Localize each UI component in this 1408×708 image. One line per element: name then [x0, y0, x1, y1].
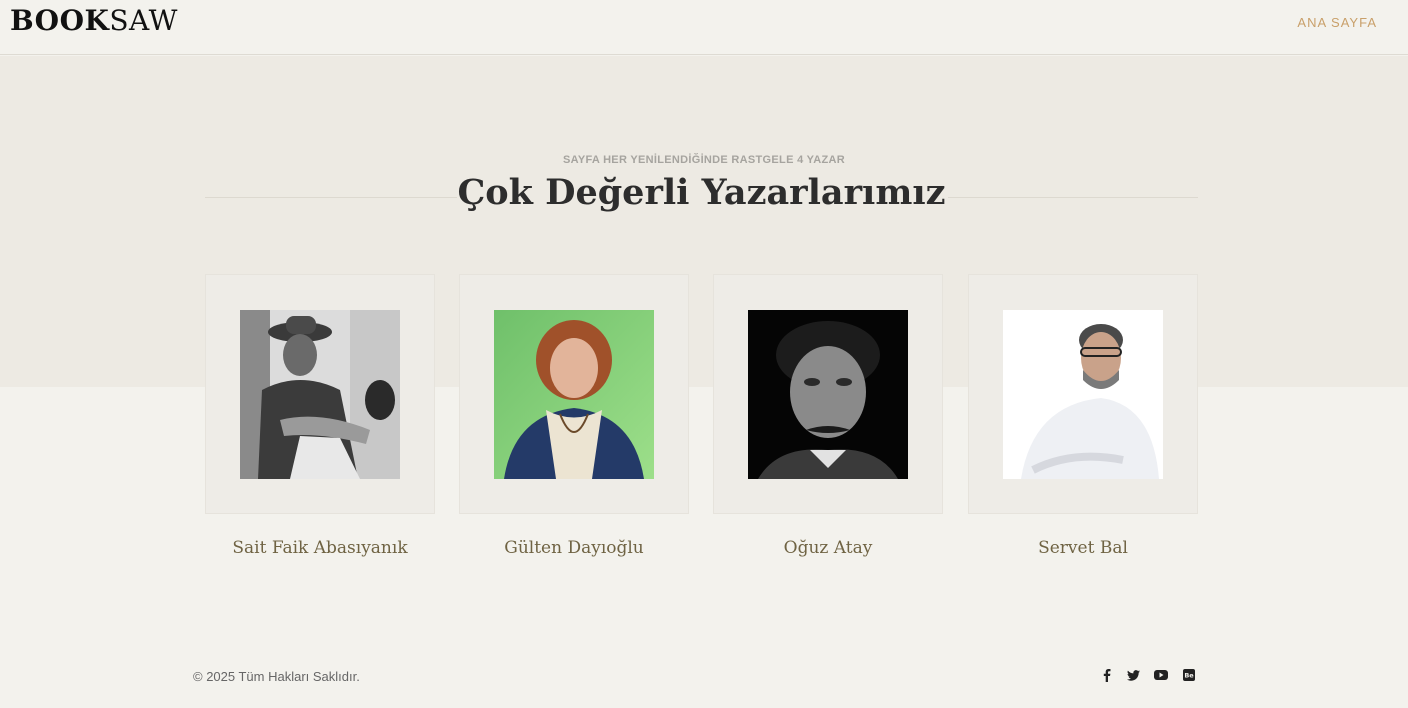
author-name-link[interactable]: Servet Bal [968, 538, 1198, 558]
author-photo-frame[interactable] [713, 274, 943, 514]
author-photo[interactable] [1003, 310, 1163, 479]
title-divider-right [948, 197, 1198, 198]
author-card: Oğuz Atay [713, 274, 943, 558]
author-name-link[interactable]: Gülten Dayıoğlu [459, 538, 689, 558]
author-card: Gülten Dayıoğlu [459, 274, 689, 558]
svg-text:Be: Be [1184, 672, 1194, 680]
authors-grid: Sait Faik Abasıyanık Gülten Dayıoğlu Oğu… [205, 274, 1198, 574]
author-name-link[interactable]: Sait Faik Abasıyanık [205, 538, 435, 558]
behance-icon[interactable]: Be [1181, 667, 1197, 683]
footer-copyright: © 2025 Tüm Hakları Saklıdır. [193, 669, 360, 684]
facebook-icon[interactable] [1099, 667, 1115, 683]
author-card: Sait Faik Abasıyanık [205, 274, 435, 558]
author-photo[interactable] [240, 310, 400, 479]
section-title: Çok Değerli Yazarlarımız [457, 172, 946, 213]
logo-thin-text: SAW [109, 4, 178, 37]
twitter-icon[interactable] [1125, 667, 1141, 683]
author-photo[interactable] [494, 310, 654, 479]
author-photo-frame[interactable] [205, 274, 435, 514]
nav-home-link[interactable]: ANA SAYFA [1297, 15, 1377, 30]
section-title-row: Çok Değerli Yazarlarımız [205, 170, 1198, 220]
author-card: Servet Bal [968, 274, 1198, 558]
author-photo-frame[interactable] [459, 274, 689, 514]
site-logo[interactable]: BOOKSAW [10, 4, 178, 38]
logo-bold-text: BOOK [10, 4, 110, 37]
author-name-link[interactable]: Oğuz Atay [713, 538, 943, 558]
author-photo-frame[interactable] [968, 274, 1198, 514]
youtube-icon[interactable] [1153, 667, 1169, 683]
site-header: BOOKSAW ANA SAYFA [0, 0, 1408, 55]
author-photo[interactable] [748, 310, 908, 479]
section-subtitle: SAYFA HER YENİLENDİĞİNDE RASTGELE 4 YAZA… [562, 154, 846, 166]
